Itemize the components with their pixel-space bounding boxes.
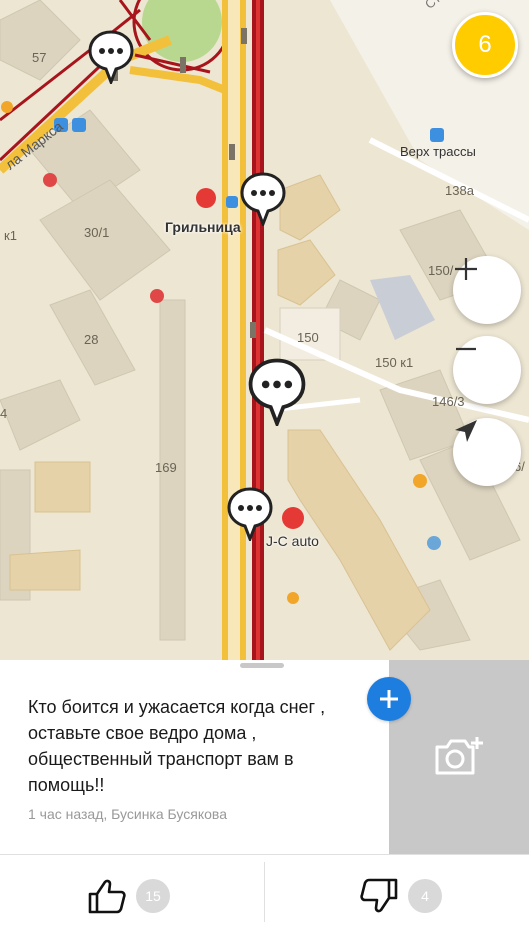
location-arrow-icon — [455, 420, 477, 442]
zoom-out-button[interactable] — [453, 336, 521, 404]
zoom-in-button[interactable] — [453, 256, 521, 324]
house-number-146-3: 146/3 — [432, 394, 465, 409]
house-number-150: 150 — [297, 330, 319, 345]
poi-grill-label[interactable]: Грильница — [165, 219, 241, 235]
house-number-169: 169 — [155, 460, 177, 475]
thumbs-down-icon — [360, 878, 398, 913]
house-number-150-right: 150/ — [428, 263, 454, 278]
comment-marker-icon[interactable] — [240, 172, 286, 226]
sheet-drag-handle[interactable] — [240, 663, 284, 668]
plus-icon — [380, 690, 398, 708]
map-view[interactable]: 57 ла Маркса Стар 30/1 к1 28 169 150 150… — [0, 0, 529, 660]
map-canvas — [0, 0, 529, 660]
house-number-k1: к1 — [4, 228, 17, 243]
dislike-count: 4 — [408, 879, 442, 913]
poi-jc-auto-label[interactable]: J-C auto — [266, 533, 319, 549]
traffic-score-badge[interactable]: 6 — [452, 12, 518, 78]
house-number-138a: 138а — [445, 183, 474, 198]
house-number-4: 4 — [0, 406, 8, 421]
thumbs-up-icon — [88, 879, 126, 914]
house-number-30-1: 30/1 — [84, 225, 110, 240]
house-number-150k1: 150 к1 — [375, 355, 414, 370]
divider — [264, 862, 265, 922]
plus-icon — [455, 258, 477, 280]
add-photo-button[interactable] — [389, 660, 529, 854]
post-meta: 1 час назад, Бусинка Бусякова — [28, 806, 227, 822]
camera-add-icon — [435, 737, 483, 775]
minus-icon — [456, 347, 476, 351]
post-text: Кто боится и ужасается когда снег , оста… — [28, 697, 326, 795]
my-location-button[interactable] — [453, 418, 521, 486]
like-button[interactable]: 15 — [88, 872, 170, 920]
dislike-button[interactable]: 4 — [360, 872, 442, 920]
comment-marker-icon[interactable] — [227, 487, 273, 541]
bus-stop-label: Верх трассы — [400, 144, 476, 159]
comment-marker-icon[interactable] — [247, 358, 307, 426]
house-number-57: 57 — [32, 50, 47, 65]
add-comment-button[interactable] — [367, 677, 411, 721]
house-number-28: 28 — [84, 332, 99, 347]
comment-marker-icon[interactable] — [88, 30, 134, 84]
like-count: 15 — [136, 879, 170, 913]
divider — [0, 854, 529, 855]
